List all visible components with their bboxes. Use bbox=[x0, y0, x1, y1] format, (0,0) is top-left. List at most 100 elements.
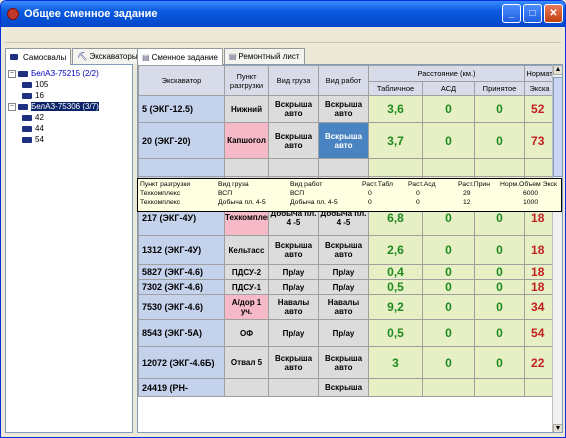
asd-distance-cell[interactable] bbox=[422, 378, 475, 397]
accepted-distance-cell[interactable]: 0 bbox=[473, 95, 526, 123]
table-row[interactable]: 7302 (ЭКГ-4.6) ПДСУ-1 Пр/ау Пр/ау 0,5 0 0 18 bbox=[138, 279, 556, 295]
norm-volume-cell[interactable] bbox=[524, 378, 556, 397]
hidden-cell[interactable] bbox=[524, 158, 556, 177]
tab-shift-task[interactable]: ▤ Сменное задание bbox=[137, 48, 223, 65]
cargo-cell[interactable]: Пр/ау bbox=[268, 264, 319, 280]
asd-distance-cell[interactable]: 0 bbox=[422, 346, 475, 379]
excavator-cell[interactable]: 5 (ЭКГ-12.5) bbox=[138, 95, 225, 123]
tabular-distance-cell[interactable]: 0,4 bbox=[368, 264, 423, 280]
unload-cell[interactable]: А/дор 1 уч. bbox=[224, 294, 269, 320]
work-cell[interactable]: Вскрыша авто bbox=[318, 346, 369, 379]
tree-item-54[interactable]: 54 bbox=[8, 134, 130, 145]
norm-volume-cell[interactable]: 18 bbox=[524, 235, 556, 265]
asd-distance-cell[interactable]: 0 bbox=[422, 95, 475, 123]
maximize-button[interactable]: □ bbox=[523, 4, 542, 23]
scroll-up-icon[interactable]: ▲ bbox=[553, 65, 562, 75]
work-cell[interactable]: Пр/ау bbox=[318, 264, 369, 280]
excavator-cell[interactable]: 24419 (РН- bbox=[138, 378, 225, 397]
cargo-cell[interactable]: Вскрыша авто bbox=[268, 122, 319, 159]
table-row[interactable]: 8543 (ЭКГ-5А) ОФ Пр/ау Пр/ау 0,5 0 0 54 bbox=[138, 319, 556, 347]
tabular-distance-cell[interactable]: 3 bbox=[368, 346, 423, 379]
shift-task-grid[interactable]: Экскаватор Пункт разгрузки Вид груза Вид… bbox=[137, 64, 563, 433]
tabular-distance-cell[interactable]: 2,6 bbox=[368, 235, 423, 265]
norm-volume-cell[interactable]: 54 bbox=[524, 319, 556, 347]
excavator-cell[interactable]: 20 (ЭКГ-20) bbox=[138, 122, 225, 159]
cargo-cell[interactable]: Навалы авто bbox=[268, 294, 319, 320]
tab-excavators[interactable]: ⛏ Экскаваторы bbox=[72, 48, 143, 64]
norm-volume-cell[interactable]: 52 bbox=[524, 95, 556, 123]
table-row-hidden[interactable] bbox=[138, 158, 556, 177]
collapse-icon[interactable]: − bbox=[8, 102, 16, 111]
tree-item-44[interactable]: 44 bbox=[8, 123, 130, 134]
work-cell[interactable]: Вскрыша авто bbox=[318, 95, 369, 123]
unload-cell[interactable]: Отвал 5 bbox=[224, 346, 269, 379]
asd-distance-cell[interactable]: 0 bbox=[422, 319, 475, 347]
tabular-distance-cell[interactable]: 0,5 bbox=[368, 319, 423, 347]
col-header-cargo[interactable]: Вид груза bbox=[268, 65, 319, 96]
accepted-distance-cell[interactable]: 0 bbox=[473, 279, 526, 295]
table-row[interactable]: 1312 (ЭКГ-4У) Кельтасс Вскрыша авто Вскрыша… bbox=[138, 235, 556, 265]
tabular-distance-cell[interactable]: 0,5 bbox=[368, 279, 423, 295]
work-cell[interactable]: Пр/ау bbox=[318, 319, 369, 347]
col-header-excavator[interactable]: Экскаватор bbox=[138, 65, 225, 96]
asd-distance-cell[interactable]: 0 bbox=[422, 235, 475, 265]
scroll-thumb[interactable] bbox=[553, 77, 562, 177]
table-row[interactable]: 7530 (ЭКГ-4.6) А/дор 1 уч. Навалы авто Нава… bbox=[138, 294, 556, 320]
tabular-distance-cell[interactable]: 3,6 bbox=[368, 95, 423, 123]
norm-volume-cell[interactable]: 22 bbox=[524, 346, 556, 379]
tree-item-42[interactable]: 42 bbox=[8, 112, 130, 123]
table-row[interactable]: 5827 (ЭКГ-4.6) ПДСУ-2 Пр/ау Пр/ау 0,4 0 0 18 bbox=[138, 264, 556, 280]
tab-repair-sheet[interactable]: ▤ Ремонтный лист bbox=[223, 48, 305, 64]
hidden-cell[interactable] bbox=[422, 158, 475, 177]
col-header-asd[interactable]: АСД bbox=[422, 81, 475, 96]
unload-cell[interactable]: ОФ bbox=[224, 319, 269, 347]
work-cell[interactable]: Вскрыша bbox=[318, 378, 369, 397]
unload-cell[interactable]: Кельтасс bbox=[224, 235, 269, 265]
norm-volume-cell[interactable]: 18 bbox=[524, 279, 556, 295]
unload-cell[interactable]: Капшогол bbox=[224, 122, 269, 159]
scroll-down-icon[interactable]: ▼ bbox=[553, 424, 562, 432]
tabular-distance-cell[interactable] bbox=[368, 378, 423, 397]
accepted-distance-cell[interactable]: 0 bbox=[473, 294, 526, 320]
col-header-norm-sub[interactable]: Экска bbox=[524, 81, 556, 96]
vertical-scrollbar[interactable]: ▲ ▼ bbox=[552, 65, 562, 432]
unload-cell[interactable]: ПДСУ-1 bbox=[224, 279, 269, 295]
close-button[interactable]: ✕ bbox=[544, 4, 563, 23]
accepted-distance-cell[interactable] bbox=[473, 378, 526, 397]
work-cell[interactable]: Вскрыша авто bbox=[318, 235, 369, 265]
minimize-button[interactable]: _ bbox=[502, 4, 521, 23]
tabular-distance-cell[interactable]: 3,7 bbox=[368, 122, 423, 159]
asd-distance-cell[interactable]: 0 bbox=[422, 122, 475, 159]
accepted-distance-cell[interactable]: 0 bbox=[473, 346, 526, 379]
cargo-cell[interactable]: Пр/ау bbox=[268, 279, 319, 295]
unload-cell[interactable]: Нижний bbox=[224, 95, 269, 123]
vehicle-tree[interactable]: − БелАЗ-75215 (2/2) 105 16 − БелАЗ-75306… bbox=[5, 64, 133, 433]
excavator-cell[interactable]: 12072 (ЭКГ-4.6Б) bbox=[138, 346, 225, 379]
tree-item-16[interactable]: 16 bbox=[8, 90, 130, 101]
cargo-cell[interactable]: Вскрыша авто bbox=[268, 346, 319, 379]
unload-cell[interactable]: ПДСУ-2 bbox=[224, 264, 269, 280]
excavator-cell[interactable]: 7302 (ЭКГ-4.6) bbox=[138, 279, 225, 295]
asd-distance-cell[interactable]: 0 bbox=[422, 264, 475, 280]
table-row[interactable]: 24419 (РН- Вскрыша bbox=[138, 378, 556, 397]
tab-trucks[interactable]: Самосвалы bbox=[5, 48, 72, 65]
excavator-cell[interactable]: 5827 (ЭКГ-4.6) bbox=[138, 264, 225, 280]
tabular-distance-cell[interactable]: 9,2 bbox=[368, 294, 423, 320]
hidden-cell[interactable] bbox=[268, 158, 319, 177]
hidden-cell[interactable] bbox=[224, 158, 269, 177]
hidden-cell[interactable] bbox=[473, 158, 526, 177]
cargo-cell[interactable]: Вскрыша авто bbox=[268, 95, 319, 123]
tree-item-105[interactable]: 105 bbox=[8, 79, 130, 90]
hidden-cell[interactable] bbox=[318, 158, 369, 177]
col-header-accepted[interactable]: Принятое bbox=[473, 81, 526, 96]
unload-cell[interactable] bbox=[224, 378, 269, 397]
excavator-cell[interactable]: 8543 (ЭКГ-5А) bbox=[138, 319, 225, 347]
accepted-distance-cell[interactable]: 0 bbox=[473, 235, 526, 265]
asd-distance-cell[interactable]: 0 bbox=[422, 294, 475, 320]
excavator-cell[interactable]: 1312 (ЭКГ-4У) bbox=[138, 235, 225, 265]
accepted-distance-cell[interactable]: 0 bbox=[473, 264, 526, 280]
asd-distance-cell[interactable]: 0 bbox=[422, 279, 475, 295]
norm-volume-cell[interactable]: 34 bbox=[524, 294, 556, 320]
norm-volume-cell[interactable]: 73 bbox=[524, 122, 556, 159]
cargo-cell[interactable] bbox=[268, 378, 319, 397]
